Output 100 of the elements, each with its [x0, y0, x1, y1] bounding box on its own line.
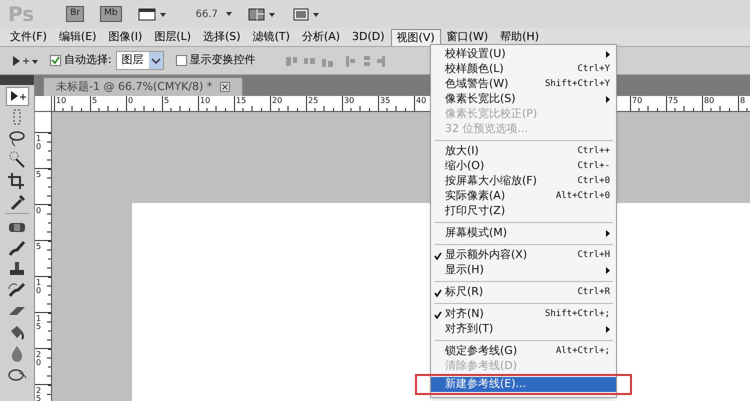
ruler-ticks-icon [666, 96, 694, 111]
submenu-arrow-icon [606, 326, 610, 333]
ruler-label: 70 [632, 96, 642, 106]
layout-dropdown-icon[interactable] [248, 7, 276, 21]
ruler-label: 10 [200, 96, 210, 106]
menu-item[interactable]: 校样设置(U) [431, 47, 616, 62]
ruler-ticks-icon [162, 96, 190, 111]
ruler-ticks-icon [198, 96, 226, 111]
move-tool-icon[interactable] [12, 54, 38, 68]
menu-item[interactable]: 锁定参考线(G) Alt+Ctrl+; [431, 344, 616, 359]
move-tool-icon[interactable] [6, 87, 28, 106]
menu-item[interactable]: 窗口(W) [440, 28, 494, 46]
ruler-ticks-icon [270, 96, 298, 111]
ruler-ticks-icon [630, 96, 658, 111]
ruler-label: 5 [36, 171, 42, 179]
shortcut-label: Shift+Ctrl+; [544, 308, 610, 321]
submenu-arrow-icon [606, 96, 610, 103]
caret-icon [148, 52, 163, 69]
ruler-label: 30 [344, 96, 354, 106]
ruler-label: 20 [272, 96, 282, 106]
ruler-ticks-icon [342, 96, 370, 111]
checkbox[interactable] [176, 55, 187, 66]
menu-item[interactable]: 文件(F) [4, 28, 53, 46]
app-launch-button[interactable]: Br [66, 6, 84, 22]
shortcut-label: Ctrl+H [577, 248, 610, 262]
menu-item[interactable]: 视图(V) [390, 28, 441, 46]
checkmark-icon [434, 311, 442, 319]
menu-item[interactable]: 图像(I) [102, 28, 148, 46]
caret-icon [226, 12, 232, 16]
shortcut-label: Alt+Ctrl+; [556, 344, 610, 358]
menu-item[interactable]: 实际像素(A) Alt+Ctrl+0 [431, 189, 616, 204]
menu-item[interactable]: 对齐(N) Shift+Ctrl+; [431, 307, 616, 322]
ruler-label: 5 [36, 243, 42, 251]
panel-header [0, 75, 34, 85]
ruler-label: 15 [36, 315, 42, 331]
menu-item[interactable]: 滤镜(T) [246, 28, 296, 46]
layer-dropdown[interactable]: 图层 [116, 51, 164, 70]
menu-item[interactable]: 显示(H) [431, 263, 616, 278]
ruler-tick-icon [414, 96, 415, 111]
menu-item[interactable]: 选择(S) [197, 28, 247, 46]
shortcut-label: Ctrl+Y [577, 62, 610, 76]
ruler-ticks-icon [702, 96, 730, 111]
menu-item[interactable]: 对齐到(T) [431, 322, 616, 337]
ruler-label: 15 [236, 96, 246, 106]
ruler-ticks-icon [378, 96, 406, 111]
ruler-label: 20 [36, 351, 42, 367]
checkbox-label: 自动选择: [64, 52, 112, 68]
submenu-arrow-icon [606, 51, 610, 58]
shortcut-label: Ctrl+- [577, 160, 610, 173]
menu-item[interactable]: 新建参考线(E)... [431, 377, 616, 392]
ruler-label: 5 [92, 96, 98, 106]
ruler-label: 10 [36, 279, 42, 295]
shortcut-label: Shift+Ctrl+Y [544, 78, 610, 91]
menu-item[interactable]: 图层(L) [148, 28, 198, 46]
ruler-label: 10 [56, 96, 66, 106]
shortcut-label: Ctrl+0 [577, 174, 610, 188]
menu-item[interactable]: 像素长宽比(S) [431, 92, 616, 107]
checkbox[interactable] [50, 55, 61, 66]
ruler-label: 0 [128, 96, 134, 106]
menu-item[interactable]: 分析(A) [296, 28, 346, 46]
checkmark-icon [434, 252, 442, 260]
ruler-label: 0 [36, 207, 42, 215]
checkmark-icon [51, 56, 60, 65]
zoom-level-dropdown[interactable]: 66.7 [196, 6, 232, 22]
menu-item[interactable]: 校样颜色(L) Ctrl+Y [431, 62, 616, 77]
menu-item[interactable]: 3D(D) [346, 28, 391, 46]
shortcut-label: Alt+Ctrl+0 [556, 190, 610, 203]
ruler-label: 80 [704, 96, 714, 106]
checkmark-icon [434, 289, 442, 297]
ruler-label: 5 [164, 96, 170, 106]
ruler-label: 8 [740, 96, 746, 106]
ruler-ticks-icon [306, 96, 334, 111]
shortcut-label: Ctrl++ [577, 144, 610, 158]
menu-item[interactable]: 屏幕模式(M) [431, 226, 616, 241]
menu-item[interactable]: 按屏幕大小缩放(F) Ctrl+0 [431, 174, 616, 189]
menu-item[interactable]: 色域警告(W) Shift+Ctrl+Y [431, 77, 616, 92]
screen-mode-dropdown-icon[interactable] [292, 7, 320, 21]
menu-item[interactable]: 帮助(H) [494, 28, 545, 46]
ruler-label: 25 [308, 96, 318, 106]
ruler-ticks-icon [234, 96, 262, 111]
ruler-label: 75 [668, 96, 678, 106]
menu-item[interactable]: 打印尺寸(Z) [431, 204, 616, 219]
shortcut-label: Ctrl+R [577, 286, 610, 299]
ruler-label: 40 [416, 96, 426, 106]
menu-item[interactable]: 显示额外内容(X) Ctrl+H [431, 248, 616, 263]
menu-item[interactable]: 标尺(R) Ctrl+R [431, 285, 616, 300]
submenu-arrow-icon [606, 230, 610, 237]
ruler-ticks-icon [54, 96, 82, 111]
menu-item[interactable]: 放大(I) Ctrl++ [431, 144, 616, 159]
ruler-ticks-icon [90, 96, 118, 111]
menu-item[interactable]: 缩小(O) Ctrl+- [431, 159, 616, 174]
submenu-arrow-icon [606, 267, 610, 274]
app-launch-button[interactable]: Mb [100, 6, 122, 22]
ruler-ticks-icon [126, 96, 154, 111]
document-tab[interactable]: 未标题-1 @ 66.7%(CMYK/8) * [43, 77, 244, 96]
ruler-label: 10 [36, 135, 42, 151]
ruler-label: 25 [36, 387, 42, 401]
ruler-label: 35 [380, 96, 390, 106]
close-icon[interactable] [220, 82, 230, 92]
menu-item[interactable]: 编辑(E) [52, 28, 102, 46]
